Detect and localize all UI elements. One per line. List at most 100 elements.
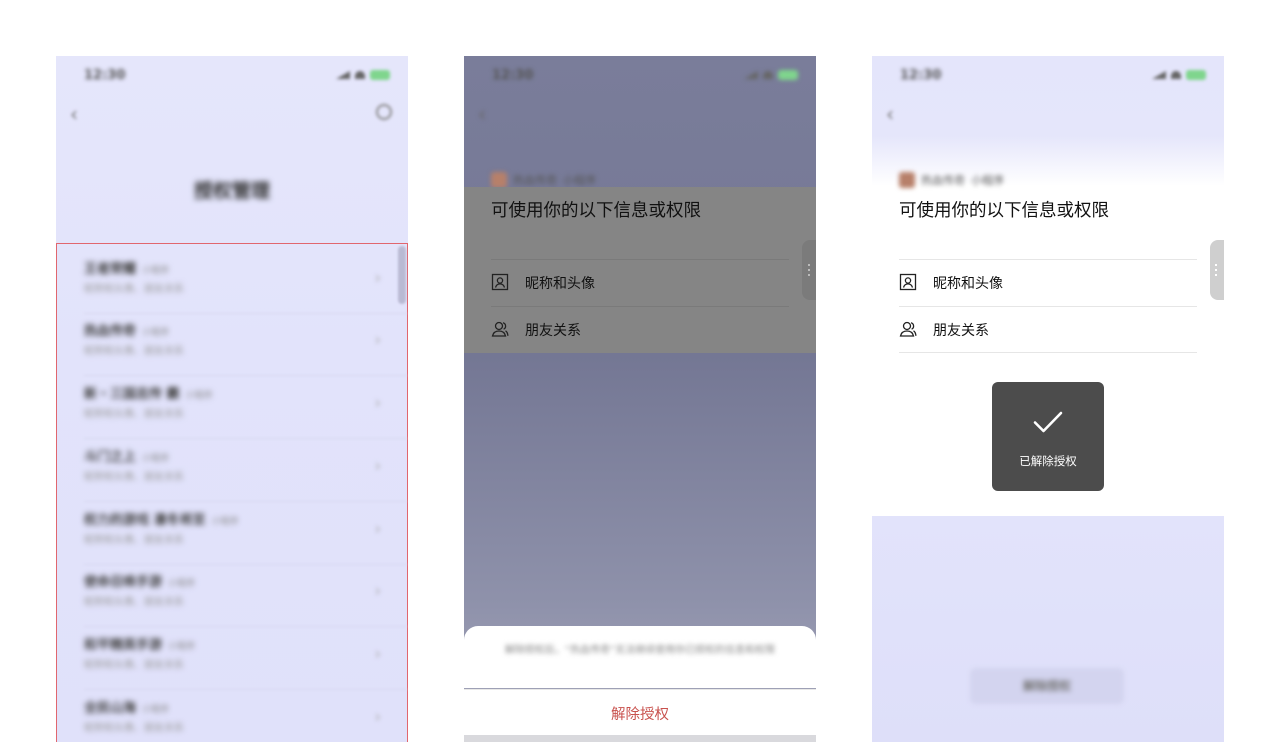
portrait-icon (491, 273, 509, 291)
wifi-icon (355, 71, 365, 79)
revoke-sheet-action: 解除授权 (464, 689, 816, 736)
chevron-right-icon: › (374, 330, 381, 349)
wifi-icon (1171, 71, 1181, 79)
search-icon[interactable] (376, 104, 392, 120)
toast: 已解除授权 (992, 382, 1104, 491)
button-label: 解除授权 (1022, 679, 1071, 693)
permission-title: 可使用你的以下信息或权限 (899, 201, 1109, 221)
app-name: 和平精英手游 (84, 638, 163, 653)
drag-handle[interactable] (1210, 240, 1224, 300)
list-item[interactable]: 新・三国志传 霸小程序 昵称和头像、朋友关系 › (84, 377, 407, 439)
app-permissions: 昵称和头像、朋友关系 (84, 284, 184, 295)
signal-icon (1152, 71, 1166, 79)
permission-label: 朋友关系 (933, 323, 989, 339)
app-name: 权力的游戏 凛冬将至 (84, 513, 206, 528)
checkmark-icon (1033, 411, 1063, 433)
app-avatar (491, 172, 507, 188)
permission-label: 昵称和头像 (525, 276, 595, 292)
list-item[interactable]: 斗门之上 小程序 昵称和头像、朋友关系 › (84, 440, 407, 502)
app-header: 热血传奇 小程序 (491, 172, 596, 188)
revoke-authorization-button[interactable]: 解除授权 (970, 668, 1124, 704)
permission-label: 朋友关系 (525, 323, 581, 339)
app-tag: 小程序 (142, 705, 170, 715)
chevron-right-icon: › (374, 581, 381, 600)
battery-icon (370, 70, 390, 80)
wifi-icon (763, 71, 773, 79)
permission-item-nickname-avatar: 昵称和头像 (491, 259, 789, 305)
status-time: 12:30 (84, 68, 126, 83)
status-bar: 12:30 (872, 56, 1224, 96)
authorized-app-list: 王者荣耀 小程序 昵称和头像、朋友关系 › 热血传奇 小程序 昵称和头像、朋友关系 … (56, 243, 408, 742)
divider (84, 375, 407, 376)
divider (84, 438, 407, 439)
app-tag: 小程序 (971, 174, 1004, 187)
signal-icon (744, 71, 758, 79)
app-name: 热血传奇 (513, 174, 557, 187)
revoke-authorization-button[interactable]: 解除授权 (464, 703, 816, 724)
signal-icon (336, 71, 350, 79)
status-icons (744, 70, 798, 80)
battery-icon (778, 70, 798, 80)
app-permissions: 昵称和头像、朋友关系 (84, 409, 184, 420)
divider (899, 352, 1197, 353)
list-item[interactable]: 和平精英手游 小程序 昵称和头像、朋友关系 › (84, 628, 407, 690)
divider (899, 259, 1197, 260)
permission-label: 昵称和头像 (933, 276, 1003, 292)
screen-revoked-toast: 12:30 ‹ 热血传奇 小程序 可使用你的以下信息或权限 昵称和头像 朋友关系… (872, 56, 1224, 742)
app-name: 热血传奇 (84, 324, 137, 339)
list-item[interactable]: 权力的游戏 凛冬将至 小程序 昵称和头像、朋友关系 › (84, 503, 407, 565)
app-permissions: 昵称和头像、朋友关系 (84, 346, 184, 357)
permission-item-friends: 朋友关系 (491, 306, 789, 352)
status-time: 12:30 (492, 68, 534, 83)
divider (491, 306, 789, 307)
permission-item-friends: 朋友关系 (899, 306, 1197, 353)
app-tag: 小程序 (185, 391, 213, 401)
app-tag: 小程序 (211, 517, 239, 527)
footer-background (872, 516, 1224, 742)
app-permissions: 昵称和头像、朋友关系 (84, 723, 184, 734)
app-name: 热血传奇 (921, 174, 965, 187)
back-button[interactable]: ‹ (886, 102, 894, 126)
app-permissions: 昵称和头像、朋友关系 (84, 535, 184, 546)
permission-panel: 可使用你的以下信息或权限 昵称和头像 朋友关系 (872, 187, 1224, 353)
friends-icon (491, 321, 509, 337)
screen-revoke-sheet: 12:30 ‹ 热血传奇 小程序 可使用你的以下信息或权限 昵称和头像 朋友关系… (464, 56, 816, 742)
app-tag: 小程序 (168, 579, 196, 589)
chevron-right-icon: › (374, 644, 381, 663)
app-tag: 小程序 (142, 454, 170, 464)
list-item[interactable]: 热血传奇 小程序 昵称和头像、朋友关系 › (84, 314, 407, 376)
status-bar: 12:30 (56, 56, 408, 96)
app-name: 使命召唤手游 (84, 575, 163, 590)
battery-icon (1186, 70, 1206, 80)
back-button[interactable]: ‹ (70, 102, 78, 126)
friends-icon (899, 321, 917, 337)
app-tag: 小程序 (563, 174, 596, 187)
app-permissions: 昵称和头像、朋友关系 (84, 597, 184, 608)
back-button[interactable]: ‹ (478, 102, 486, 126)
list-item[interactable]: 全民山海 小程序 昵称和头像、朋友关系 › (84, 691, 387, 742)
chevron-right-icon: › (374, 519, 381, 538)
portrait-icon (899, 273, 917, 291)
list-item[interactable]: 使命召唤手游 小程序 昵称和头像、朋友关系 › (84, 565, 407, 627)
toast-message: 已解除授权 (1019, 454, 1077, 468)
permission-item-nickname-avatar: 昵称和头像 (899, 259, 1197, 305)
sheet-note-text: 解除授权后，“热血传奇”无法继续使用你已授权的信息和权限 (504, 645, 776, 656)
chevron-right-icon: › (374, 393, 381, 412)
status-icons (1152, 70, 1206, 80)
app-name: 全民山海 (84, 701, 137, 716)
screen-authorization-list: 12:30 ‹ 授权管理 王者荣耀 小程序 昵称和头像、朋友关系 › 热血传奇 小程… (56, 56, 408, 742)
app-permissions: 昵称和头像、朋友关系 (84, 472, 184, 483)
app-tag: 小程序 (142, 266, 170, 276)
status-time: 12:30 (900, 68, 942, 83)
drag-handle[interactable] (802, 240, 816, 300)
app-avatar (899, 172, 915, 188)
divider (84, 626, 407, 627)
revoke-sheet-description: 解除授权后，“热血传奇”无法继续使用你已授权的信息和权限 (464, 626, 816, 688)
divider (84, 501, 407, 502)
app-tag: 小程序 (168, 642, 196, 652)
chevron-right-icon: › (374, 456, 381, 475)
app-header: 热血传奇 小程序 (899, 172, 1004, 188)
scrollbar[interactable] (398, 246, 406, 304)
status-icons (336, 70, 390, 80)
list-item[interactable]: 王者荣耀 小程序 昵称和头像、朋友关系 › (84, 252, 407, 314)
